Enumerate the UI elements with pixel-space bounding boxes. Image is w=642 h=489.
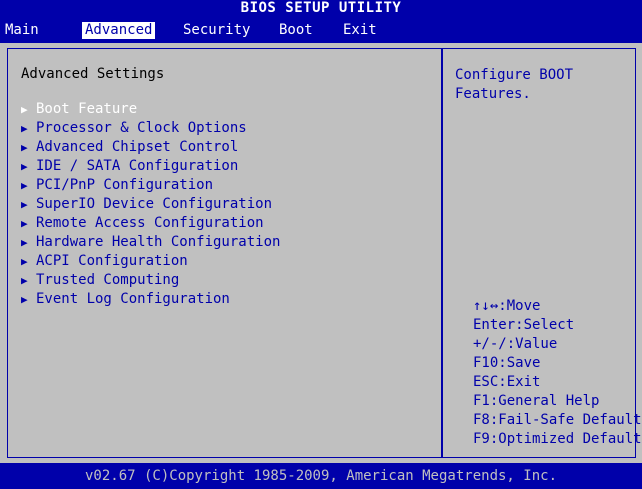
submenu-arrow-icon: ▶: [21, 179, 28, 192]
copyright-footer: v02.67 (C)Copyright 1985-2009, American …: [0, 463, 642, 489]
key-value: +/-/:Value: [473, 336, 558, 352]
menu-main[interactable]: Main: [2, 22, 42, 39]
submenu-arrow-icon: ▶: [21, 217, 28, 230]
key-fail-safe: F8:Fail-Safe Defaults: [473, 412, 642, 428]
submenu-arrow-icon: ▶: [21, 160, 28, 173]
item-processor-clock[interactable]: ▶ Processor & Clock Options: [21, 119, 280, 138]
key-optimized: F9:Optimized Defaults: [473, 431, 642, 447]
item-label: Advanced Chipset Control: [36, 139, 239, 155]
item-trusted-computing[interactable]: ▶ Trusted Computing: [21, 271, 280, 290]
menu-advanced[interactable]: Advanced: [82, 22, 156, 39]
settings-pane: Advanced Settings ▶ Boot Feature ▶ Process…: [7, 48, 442, 458]
help-pane: Configure BOOT Features. ↑↓↔:Move Enter:…: [442, 48, 642, 458]
submenu-arrow-icon: ▶: [21, 122, 28, 135]
window-title: BIOS SETUP UTILITY: [0, 0, 642, 17]
item-superio[interactable]: ▶ SuperIO Device Configuration: [21, 195, 280, 214]
key-select: Enter:Select: [473, 317, 575, 333]
menu-exit[interactable]: Exit: [340, 22, 380, 39]
item-remote-access[interactable]: ▶ Remote Access Configuration: [21, 214, 280, 233]
section-title: Advanced Settings: [21, 66, 165, 82]
submenu-arrow-icon: ▶: [21, 236, 28, 249]
submenu-arrow-icon: ▶: [21, 103, 28, 116]
key-move: ↑↓↔:Move: [473, 298, 541, 314]
key-save: F10:Save: [473, 355, 541, 371]
help-line: Configure BOOT: [455, 67, 574, 83]
submenu-arrow-icon: ▶: [21, 198, 28, 211]
item-label: IDE / SATA Configuration: [36, 158, 239, 174]
item-label: Remote Access Configuration: [36, 215, 264, 231]
menu-security[interactable]: Security: [180, 22, 253, 39]
key-legend: ↑↓↔:Move Enter:Select +/-/:Value F10:Sav…: [473, 297, 642, 449]
item-label: Event Log Configuration: [36, 291, 230, 307]
item-label: PCI/PnP Configuration: [36, 177, 214, 193]
item-label: Boot Feature: [36, 101, 138, 117]
item-chipset-control[interactable]: ▶ Advanced Chipset Control: [21, 138, 280, 157]
menu-boot[interactable]: Boot: [276, 22, 316, 39]
submenu-arrow-icon: ▶: [21, 141, 28, 154]
help-line: Features.: [455, 86, 531, 102]
submenu-arrow-icon: ▶: [21, 293, 28, 306]
item-ide-sata[interactable]: ▶ IDE / SATA Configuration: [21, 157, 280, 176]
item-hardware-health[interactable]: ▶ Hardware Health Configuration: [21, 233, 280, 252]
submenu-arrow-icon: ▶: [21, 255, 28, 268]
help-description: Configure BOOT Features.: [455, 66, 625, 104]
item-pci-pnp[interactable]: ▶ PCI/PnP Configuration: [21, 176, 280, 195]
item-label: Hardware Health Configuration: [36, 234, 281, 250]
item-label: Processor & Clock Options: [36, 120, 247, 136]
submenu-arrow-icon: ▶: [21, 274, 28, 287]
item-boot-feature[interactable]: ▶ Boot Feature: [21, 100, 280, 119]
item-event-log[interactable]: ▶ Event Log Configuration: [21, 290, 280, 309]
key-exit: ESC:Exit: [473, 374, 541, 390]
menu-bar: Main Advanced Security Boot Exit: [0, 17, 642, 43]
settings-list: ▶ Boot Feature ▶ Processor & Clock Options…: [21, 100, 280, 309]
item-label: ACPI Configuration: [36, 253, 188, 269]
item-label: SuperIO Device Configuration: [36, 196, 273, 212]
item-acpi[interactable]: ▶ ACPI Configuration: [21, 252, 280, 271]
item-label: Trusted Computing: [36, 272, 180, 288]
key-general-help: F1:General Help: [473, 393, 600, 409]
